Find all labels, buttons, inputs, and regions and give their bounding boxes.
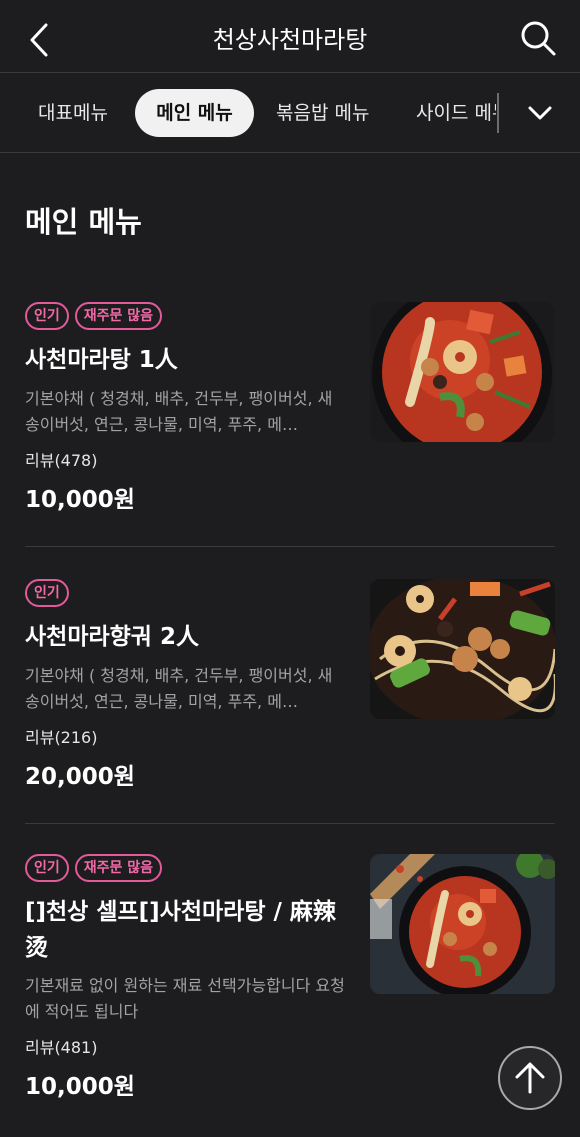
tab-side-menu[interactable]: 사이드 메뉴 xyxy=(416,89,496,137)
item-review-count: 리뷰(478) xyxy=(25,451,98,470)
mala-soup-photo xyxy=(370,302,555,442)
scroll-top-button[interactable] xyxy=(498,1046,562,1110)
expand-tabs-button[interactable] xyxy=(520,93,560,133)
search-icon xyxy=(521,21,556,56)
item-description: 기본재료 없이 원하는 재료 선택가능합니다 요청에 적어도 됩니다 xyxy=(25,976,345,1021)
item-price: 20,000원 xyxy=(25,764,135,790)
badge-group: 인기 xyxy=(25,579,69,607)
item-photo xyxy=(370,854,555,994)
back-button[interactable] xyxy=(20,20,60,60)
reorder-badge: 재주문 많음 xyxy=(74,854,163,882)
badge-group: 인기 재주문 많음 xyxy=(25,302,163,330)
item-photo xyxy=(370,302,555,442)
tab-main-menu[interactable]: 메인 메뉴 xyxy=(135,89,254,137)
menu-item[interactable]: 인기 재주문 많음 사천마라탕 1人 기본야채 ( 청경채, 배추, 건두부, … xyxy=(0,302,580,532)
chevron-down-icon xyxy=(528,106,552,120)
item-photo xyxy=(370,579,555,719)
popular-badge: 인기 xyxy=(25,854,69,882)
menu-item[interactable]: 인기 재주문 많음 []천상 셀프[]사천마라탕 / 麻辣烫 기본재료 없이 원… xyxy=(0,854,580,1114)
page-title: 천상사천마라탕 xyxy=(212,26,368,54)
reorder-badge: 재주문 많음 xyxy=(74,302,163,330)
item-divider xyxy=(25,823,555,824)
popular-badge: 인기 xyxy=(25,579,69,607)
popular-badge: 인기 xyxy=(25,302,69,330)
menu-item[interactable]: 인기 사천마라향궈 2人 기본야채 ( 청경채, 배추, 건두부, 팽이버섯, … xyxy=(0,579,580,809)
section-title: 메인 메뉴 xyxy=(25,205,142,239)
top-header: 천상사천마라탕 xyxy=(0,0,580,73)
tab-signature[interactable]: 대표메뉴 xyxy=(38,89,108,137)
item-review-count: 리뷰(481) xyxy=(25,1038,98,1057)
item-name: 사천마라탕 1人 xyxy=(25,347,178,373)
tab-divider xyxy=(497,93,499,133)
item-description: 기본야채 ( 청경채, 배추, 건두부, 팽이버섯, 새송이버섯, 연근, 콩나… xyxy=(25,389,333,434)
search-button[interactable] xyxy=(518,18,558,58)
item-name: []천상 셀프[]사천마라탕 / 麻辣烫 xyxy=(25,899,336,961)
mala-xiangguo-photo xyxy=(370,579,555,719)
item-divider xyxy=(25,546,555,547)
self-mala-soup-photo xyxy=(370,854,555,994)
tab-fried-rice[interactable]: 볶음밥 메뉴 xyxy=(276,89,369,137)
item-name: 사천마라향궈 2人 xyxy=(25,624,199,650)
chevron-left-icon xyxy=(30,23,48,57)
category-tabs: 대표메뉴 메인 메뉴 볶음밥 메뉴 사이드 메뉴 xyxy=(0,73,580,153)
menu-page: 천상사천마라탕 대표메뉴 메인 메뉴 볶음밥 메뉴 사이드 메뉴 메인 메뉴 인… xyxy=(0,0,580,1137)
item-price: 10,000원 xyxy=(25,1074,135,1100)
item-price: 10,000원 xyxy=(25,487,135,513)
item-description: 기본야채 ( 청경채, 배추, 건두부, 팽이버섯, 새송이버섯, 연근, 콩나… xyxy=(25,666,333,711)
badge-group: 인기 재주문 많음 xyxy=(25,854,163,882)
item-review-count: 리뷰(216) xyxy=(25,728,98,747)
arrow-up-icon xyxy=(515,1062,545,1094)
